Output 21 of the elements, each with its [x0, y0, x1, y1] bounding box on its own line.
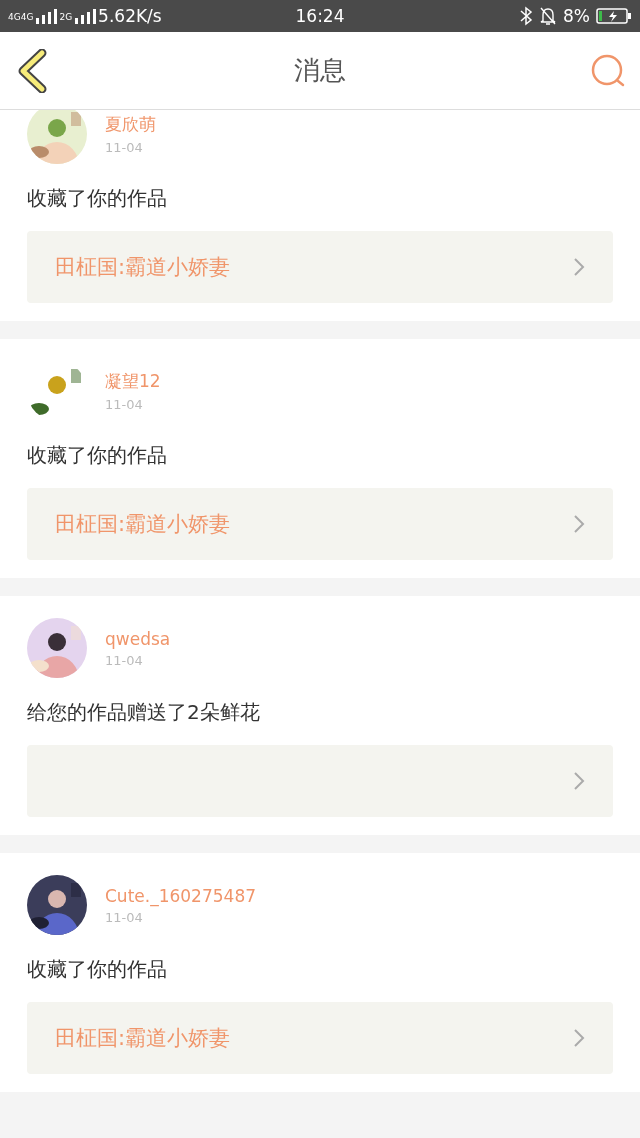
user-name[interactable]: 凝望12: [105, 370, 161, 393]
user-name[interactable]: qwedsa: [105, 628, 171, 649]
work-link[interactable]: 田柾国:霸道小娇妻: [27, 1002, 613, 1074]
message-text: 给您的作品赠送了2朵鲜花: [27, 699, 261, 726]
message-date: 11-04: [105, 140, 144, 155]
page-title: 消息: [293, 54, 346, 87]
work-link[interactable]: 田柾国:霸道小娇妻: [27, 231, 613, 303]
network-speed: 5.62K/s: [98, 6, 162, 26]
user-name[interactable]: Cute._160275487: [105, 885, 257, 906]
network-type: 2G: [59, 12, 73, 22]
battery-percent: 8%: [563, 6, 590, 26]
message-text: 收藏了你的作品: [27, 185, 168, 212]
message-text: 收藏了你的作品: [27, 956, 168, 983]
work-link[interactable]: 田柾国:霸道小娇妻: [27, 488, 613, 560]
message-date: 11-04: [105, 652, 144, 668]
message-date: 11-04: [105, 909, 144, 925]
user-name[interactable]: 夏欣萌: [105, 113, 156, 136]
message-text: 收藏了你的作品: [27, 442, 168, 469]
message-date: 11-04: [105, 397, 144, 412]
network-type: 4G4G: [8, 12, 34, 22]
clock: 16:24: [295, 6, 345, 26]
